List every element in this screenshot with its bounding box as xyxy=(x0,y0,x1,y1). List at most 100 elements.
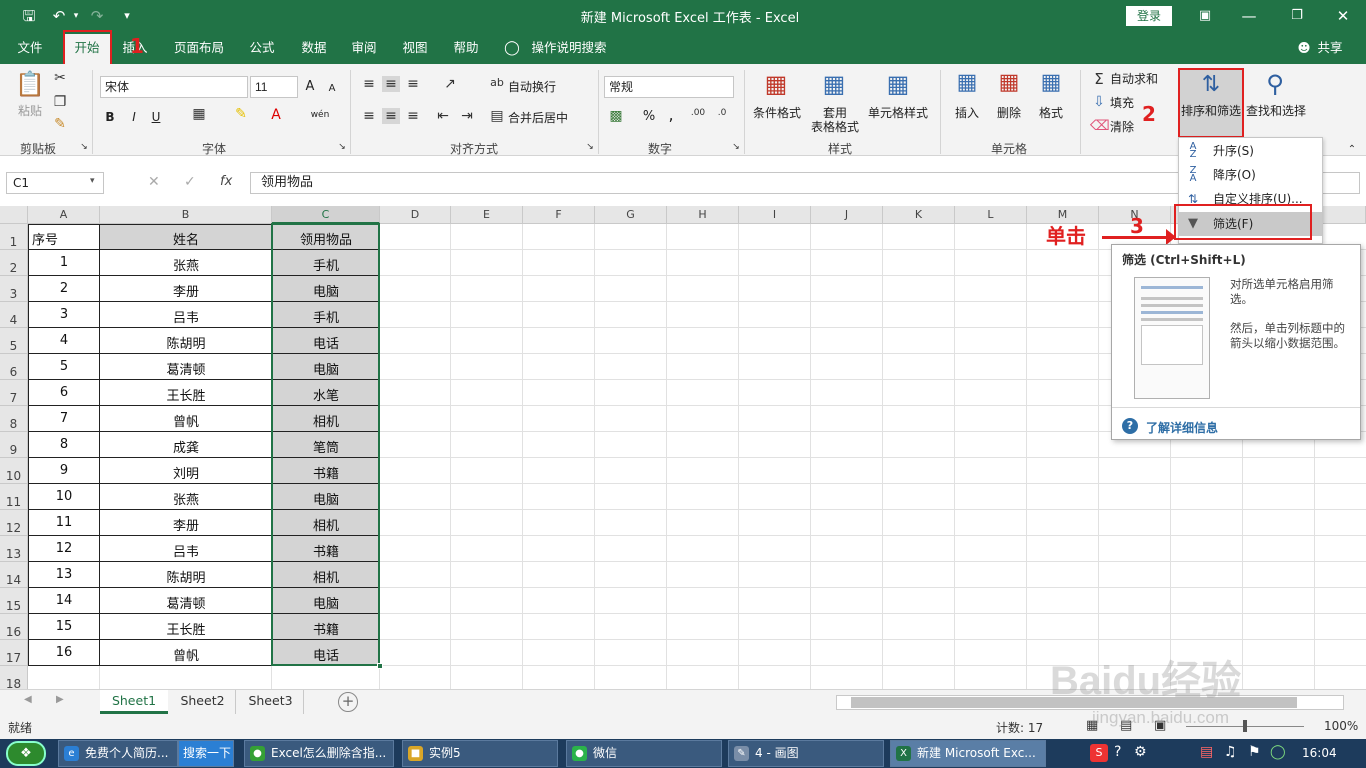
format-as-table-label1[interactable]: 套用 xyxy=(810,106,860,120)
cell-item[interactable]: 书籍 xyxy=(272,541,380,560)
format-cells-button[interactable]: 格式 xyxy=(1034,106,1068,120)
cell-name[interactable]: 葛清顿 xyxy=(100,359,272,378)
wrap-text-button[interactable]: 自动换行 xyxy=(508,80,568,94)
row-header[interactable]: 1 xyxy=(0,224,28,250)
bold-button[interactable]: B xyxy=(102,110,118,124)
column-header-c[interactable]: C xyxy=(272,206,380,224)
cell-item[interactable]: 笔筒 xyxy=(272,437,380,456)
cell-name[interactable]: 成龚 xyxy=(100,437,272,456)
row-header[interactable]: 16 xyxy=(0,614,28,640)
grow-font-button[interactable]: A xyxy=(302,80,318,94)
column-header-k[interactable]: K xyxy=(883,206,955,224)
cell-item[interactable]: 电话 xyxy=(272,333,380,352)
row-header[interactable]: 3 xyxy=(0,276,28,302)
align-bottom-icon[interactable]: ≡ xyxy=(404,76,422,92)
save-icon[interactable]: 🖫 xyxy=(18,6,40,26)
header-cell-seq[interactable]: 序号 xyxy=(28,229,100,248)
tab-help[interactable]: 帮助 xyxy=(446,38,486,60)
column-header-i[interactable]: I xyxy=(739,206,811,224)
flag-tray-icon[interactable]: ⚑ xyxy=(1248,744,1261,760)
select-all-corner[interactable] xyxy=(0,206,28,224)
decrease-decimal-icon[interactable]: .0 xyxy=(712,108,732,118)
cell-seq[interactable]: 14 xyxy=(28,593,100,608)
undo-dropdown-icon[interactable]: ▾ xyxy=(70,6,82,26)
sogou-ime-icon[interactable]: S xyxy=(1090,744,1108,762)
zoom-level[interactable]: 100% xyxy=(1324,719,1358,733)
column-header-h[interactable]: H xyxy=(667,206,739,224)
network-tray-icon[interactable]: ▤ xyxy=(1200,744,1213,760)
row-header[interactable]: 5 xyxy=(0,328,28,354)
sheet-tab-1[interactable]: Sheet1 xyxy=(100,690,168,714)
tab-scroll-left-icon[interactable]: ◀ xyxy=(24,694,32,705)
name-box-dropdown-icon[interactable]: ▾ xyxy=(90,176,95,186)
cell-item[interactable]: 手机 xyxy=(272,255,380,274)
fill-icon[interactable]: ⇩ xyxy=(1090,94,1108,110)
cell-styles-icon[interactable]: ▦ xyxy=(882,70,914,98)
cell-item[interactable]: 手机 xyxy=(272,307,380,326)
cell-item[interactable]: 相机 xyxy=(272,515,380,534)
row-header[interactable]: 2 xyxy=(0,250,28,276)
delete-cells-button[interactable]: 删除 xyxy=(992,106,1026,120)
column-header-b[interactable]: B xyxy=(100,206,272,224)
redo-icon[interactable]: ↷ xyxy=(86,6,108,26)
insert-cells-icon[interactable]: ▦ xyxy=(952,70,982,95)
cell-name[interactable]: 王长胜 xyxy=(100,619,272,638)
tab-file[interactable]: 文件 xyxy=(8,38,52,60)
column-header-f[interactable]: F xyxy=(523,206,595,224)
clear-icon[interactable]: ⌫ xyxy=(1090,118,1110,134)
font-name-box[interactable]: 宋体 xyxy=(100,76,248,98)
taskbar-item-browser[interactable]: e 免费个人简历... xyxy=(58,740,178,767)
cell-seq[interactable]: 13 xyxy=(28,567,100,582)
zoom-slider-thumb[interactable] xyxy=(1243,720,1247,732)
cell-item[interactable]: 电话 xyxy=(272,645,380,664)
close-icon[interactable]: ✕ xyxy=(1330,6,1356,26)
decrease-indent-icon[interactable]: ⇤ xyxy=(434,108,452,124)
autosum-button[interactable]: 自动求和 xyxy=(1110,72,1166,86)
comma-button[interactable]: , xyxy=(664,107,678,123)
cell-name[interactable]: 葛清顿 xyxy=(100,593,272,612)
start-button[interactable]: ❖ xyxy=(6,741,46,766)
row-header[interactable]: 18 xyxy=(0,666,28,689)
tab-data[interactable]: 数据 xyxy=(294,38,334,60)
align-top-icon[interactable]: ≡ xyxy=(360,76,378,92)
borders-icon[interactable]: ▦ xyxy=(190,106,208,122)
header-cell-item[interactable]: 领用物品 xyxy=(272,229,380,248)
tab-formulas[interactable]: 公式 xyxy=(242,38,282,60)
shrink-font-button[interactable]: A xyxy=(324,82,340,96)
column-header-e[interactable]: E xyxy=(451,206,523,224)
cell-seq[interactable]: 15 xyxy=(28,619,100,634)
cell-item[interactable]: 电脑 xyxy=(272,281,380,300)
number-launcher-icon[interactable]: ↘ xyxy=(730,142,742,152)
cell-seq[interactable]: 5 xyxy=(28,359,100,374)
cell-item[interactable]: 书籍 xyxy=(272,463,380,482)
cell-seq[interactable]: 11 xyxy=(28,515,100,530)
underline-button[interactable]: U xyxy=(148,110,164,124)
cell-seq[interactable]: 6 xyxy=(28,385,100,400)
confirm-entry-icon[interactable]: ✓ xyxy=(184,174,196,190)
volume-tray-icon[interactable]: ♫ xyxy=(1224,744,1237,760)
taskbar-item-paint[interactable]: ✎ 4 - 画图 xyxy=(728,740,884,767)
phonetic-button[interactable]: wén xyxy=(308,108,332,122)
increase-decimal-icon[interactable]: .00 xyxy=(688,108,708,118)
taskbar-item-excel[interactable]: X 新建 Microsoft Exc... xyxy=(890,740,1046,767)
collapse-ribbon-icon[interactable]: ⌃ xyxy=(1344,144,1360,155)
orientation-icon[interactable]: ↗ xyxy=(438,76,462,92)
paste-button[interactable]: 粘贴 xyxy=(12,104,48,118)
taskbar-item-wechat[interactable]: ● 微信 xyxy=(566,740,722,767)
align-middle-icon[interactable]: ≡ xyxy=(382,76,400,92)
merge-center-button[interactable]: 合并后居中 xyxy=(508,111,580,125)
row-header[interactable]: 7 xyxy=(0,380,28,406)
row-header[interactable]: 10 xyxy=(0,458,28,484)
row-header[interactable]: 4 xyxy=(0,302,28,328)
alignment-launcher-icon[interactable]: ↘ xyxy=(584,142,596,152)
accounting-format-icon[interactable]: ▩ xyxy=(606,108,626,124)
row-header[interactable]: 12 xyxy=(0,510,28,536)
row-header[interactable]: 6 xyxy=(0,354,28,380)
paste-icon[interactable]: 📋 xyxy=(14,70,46,100)
find-select-icon[interactable]: ⚲ xyxy=(1258,70,1292,98)
wrap-text-icon[interactable]: ab xyxy=(488,76,506,89)
font-launcher-icon[interactable]: ↘ xyxy=(336,142,348,152)
row-header[interactable]: 9 xyxy=(0,432,28,458)
cut-icon[interactable]: ✂ xyxy=(52,70,68,86)
row-header[interactable]: 11 xyxy=(0,484,28,510)
